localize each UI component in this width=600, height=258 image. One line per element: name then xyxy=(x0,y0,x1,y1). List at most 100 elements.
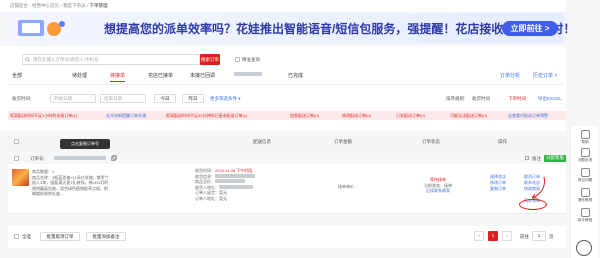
order-number-value[interactable] xyxy=(54,156,106,160)
newbie-guide-item[interactable]: 新手教程 xyxy=(574,208,596,223)
goto-label: 前往 xyxy=(520,234,529,239)
order-analysis-link[interactable]: 订单分析 xyxy=(500,72,520,79)
chevron-right-icon: › xyxy=(506,233,508,238)
start-date-input[interactable]: 开始日期 xyxy=(50,94,96,103)
copy-order-link[interactable]: 复制订单 xyxy=(490,186,506,192)
select-shop-link[interactable]: 选择花店 xyxy=(490,174,506,180)
end-date-input[interactable]: 结束日期 xyxy=(100,94,146,103)
help-item[interactable]: 帮助 xyxy=(574,130,596,145)
delivery-time-label: 收货时间： xyxy=(195,168,215,173)
product-image[interactable] xyxy=(12,169,29,186)
copy-icon[interactable] xyxy=(111,155,117,161)
exact-search-label: 精准查询 xyxy=(242,57,260,62)
footer-select-all-label: 全选 xyxy=(22,234,31,239)
table-footer: 全选 批量取消订单 批量添加备注 ‹ 1 › 前往 1 页 xyxy=(8,226,566,248)
receiver-address-value xyxy=(219,184,253,189)
newbie-guide-label: 新手教程 xyxy=(577,218,593,222)
tutorial-item[interactable]: 操作教程 xyxy=(574,188,596,203)
play-icon xyxy=(580,188,590,197)
order-status: 等待接单 当前状态：接单 后续联系商家 xyxy=(408,177,468,194)
page-1-button[interactable]: 1 xyxy=(488,231,498,241)
order-header: 订单号: 备注 分配客服 xyxy=(8,152,566,164)
faq-label: 常见问题 xyxy=(577,178,593,182)
breadcrumb-current: 下单管理 xyxy=(89,3,108,8)
tutorial-label: 操作教程 xyxy=(577,198,593,202)
end-date-placeholder: 结束日期 xyxy=(104,96,122,101)
flag-icon xyxy=(525,155,530,160)
tab-all[interactable]: 全部 xyxy=(12,72,22,79)
col-actions: 操作 xyxy=(498,139,507,144)
alert-item[interactable]: 修改配送订单(0) xyxy=(342,111,371,120)
more-filters-link[interactable]: 更多筛选条件 ▾ xyxy=(210,96,241,102)
status-tabs: 全部 待处理 待接单 花店已接单 未接已回调 已完成 订单分析 历史订单 > xyxy=(0,70,566,82)
breadcrumb-item[interactable]: 店铺后台 xyxy=(10,3,28,8)
copy-tooltip: 点击复制订单号 xyxy=(60,139,110,149)
next-page-button[interactable]: › xyxy=(502,231,512,241)
alert-item[interactable]: 已发配送订单(0) xyxy=(396,111,425,120)
breadcrumb-item[interactable]: 经营中心首页 xyxy=(32,3,59,8)
divider xyxy=(8,84,564,85)
breadcrumb-item[interactable]: 我是下单员 xyxy=(63,3,86,8)
faq-item[interactable]: 常见问题 xyxy=(574,168,596,183)
received-time-label: 收货时间: xyxy=(12,96,32,101)
faq-icon xyxy=(580,168,590,177)
export-excel-link[interactable]: 导出EXCEL xyxy=(538,96,562,102)
contact-shop-link[interactable]: 后续联系商家 xyxy=(408,188,468,194)
alert-item[interactable]: 可能无法配送订单(0) xyxy=(450,111,487,120)
prev-page-button[interactable]: ‹ xyxy=(474,231,484,241)
promo-cta-button[interactable]: 立即前往 > xyxy=(502,21,558,36)
search-input[interactable]: 请在此输入订单号/收货人/手机号 xyxy=(22,54,200,65)
filter-row: 收货时间: 开始日期 结束日期 今日 昨日 更多筛选条件 ▾ 排序规则: 收货时… xyxy=(0,92,566,106)
alert-item[interactable]: 距离配送时间不足1小时的未接订单(1) xyxy=(10,111,77,120)
assign-cs-button[interactable]: 分配客服 xyxy=(544,154,566,162)
delivery-time-value: 2024-11-08 下午时段 xyxy=(215,168,253,173)
col-amount: 订单金额 xyxy=(334,139,352,144)
today-button[interactable]: 今日 xyxy=(154,94,176,103)
exact-search-checkbox[interactable] xyxy=(235,57,240,62)
floating-sidebar: 帮助 问题反馈 常见问题 操作教程 新手教程 xyxy=(570,126,598,258)
product-price-label: 商品总价： xyxy=(195,179,215,185)
sort-field-select[interactable]: 收货时间 xyxy=(472,96,490,102)
modify-order-link[interactable]: 修改订单 xyxy=(490,180,506,186)
yesterday-button[interactable]: 昨日 xyxy=(182,94,204,103)
search-placeholder: 请在此输入订单号/收货人/手机号 xyxy=(33,57,99,62)
feedback-label: 问题反馈 xyxy=(577,158,593,162)
promo-illustration-icon xyxy=(18,20,65,36)
search-button[interactable]: 搜索订单 xyxy=(200,54,220,65)
chevron-left-icon: ‹ xyxy=(478,233,480,238)
promo-banner[interactable]: 想提高您的派单效率吗？花娃推出智能语音/短信包服务，强提醒！花店接收信息更及时！… xyxy=(8,13,575,43)
order-number-label: 订单号: xyxy=(30,155,45,161)
tab-shop-accepted[interactable]: 花店已接单 xyxy=(148,72,173,79)
tab-awaiting-accept[interactable]: 待接单 xyxy=(110,72,126,82)
order-checkbox[interactable] xyxy=(14,155,19,161)
tab-completed[interactable]: 已完成 xyxy=(288,72,303,79)
order-amount: 接单单价 xyxy=(338,184,354,189)
alert-bar: 距离配送时间不足1小时的未接订单(1) 去开启新提醒订单开通 距离配送时间不足4… xyxy=(8,111,566,120)
goto-page-input[interactable]: 1 xyxy=(532,231,546,241)
batch-note-button[interactable]: 批量添加备注 xyxy=(86,232,126,241)
col-delivery-info: 配送信息 xyxy=(253,139,271,144)
batch-cancel-button[interactable]: 批量取消订单 xyxy=(40,232,80,241)
recipient-label: 收货信息： xyxy=(195,173,215,179)
product-name: 商品名称：3瓶蓝玫瑰+11朵红玫瑰，紫罗兰插入3束，搭配满天星1扎装饰，带LED… xyxy=(32,174,109,197)
book-icon xyxy=(580,208,590,217)
select-all-checkbox[interactable] xyxy=(14,139,19,144)
order-field-select[interactable]: 下单时间 xyxy=(508,96,526,102)
note-button[interactable]: 备注 xyxy=(532,156,541,162)
alert-item[interactable]: 距离配送时间不足40分钟的已接未配送订单(1) xyxy=(166,111,247,120)
start-date-placeholder: 开始日期 xyxy=(54,96,72,101)
recipient-value xyxy=(215,173,255,178)
tab-pending[interactable]: 待处理 xyxy=(72,72,87,79)
alert-item[interactable]: 加急配送订单(0) xyxy=(290,111,319,120)
footer-select-all-checkbox[interactable] xyxy=(14,234,19,239)
tab-callback[interactable]: 未接已回调 xyxy=(190,72,215,79)
goto-page-value: 1 xyxy=(537,233,541,238)
alert-link[interactable]: 去查看代配送订单预警 xyxy=(508,111,548,120)
feedback-icon xyxy=(580,148,590,157)
mascot-icon[interactable] xyxy=(576,240,592,256)
feedback-item[interactable]: 问题反馈 xyxy=(574,148,596,163)
tab-count xyxy=(234,72,262,76)
alert-link[interactable]: 去开启新提醒订单开通 xyxy=(106,111,146,120)
product-price-value xyxy=(215,179,245,184)
history-orders-link[interactable]: 历史订单 > xyxy=(533,72,557,79)
